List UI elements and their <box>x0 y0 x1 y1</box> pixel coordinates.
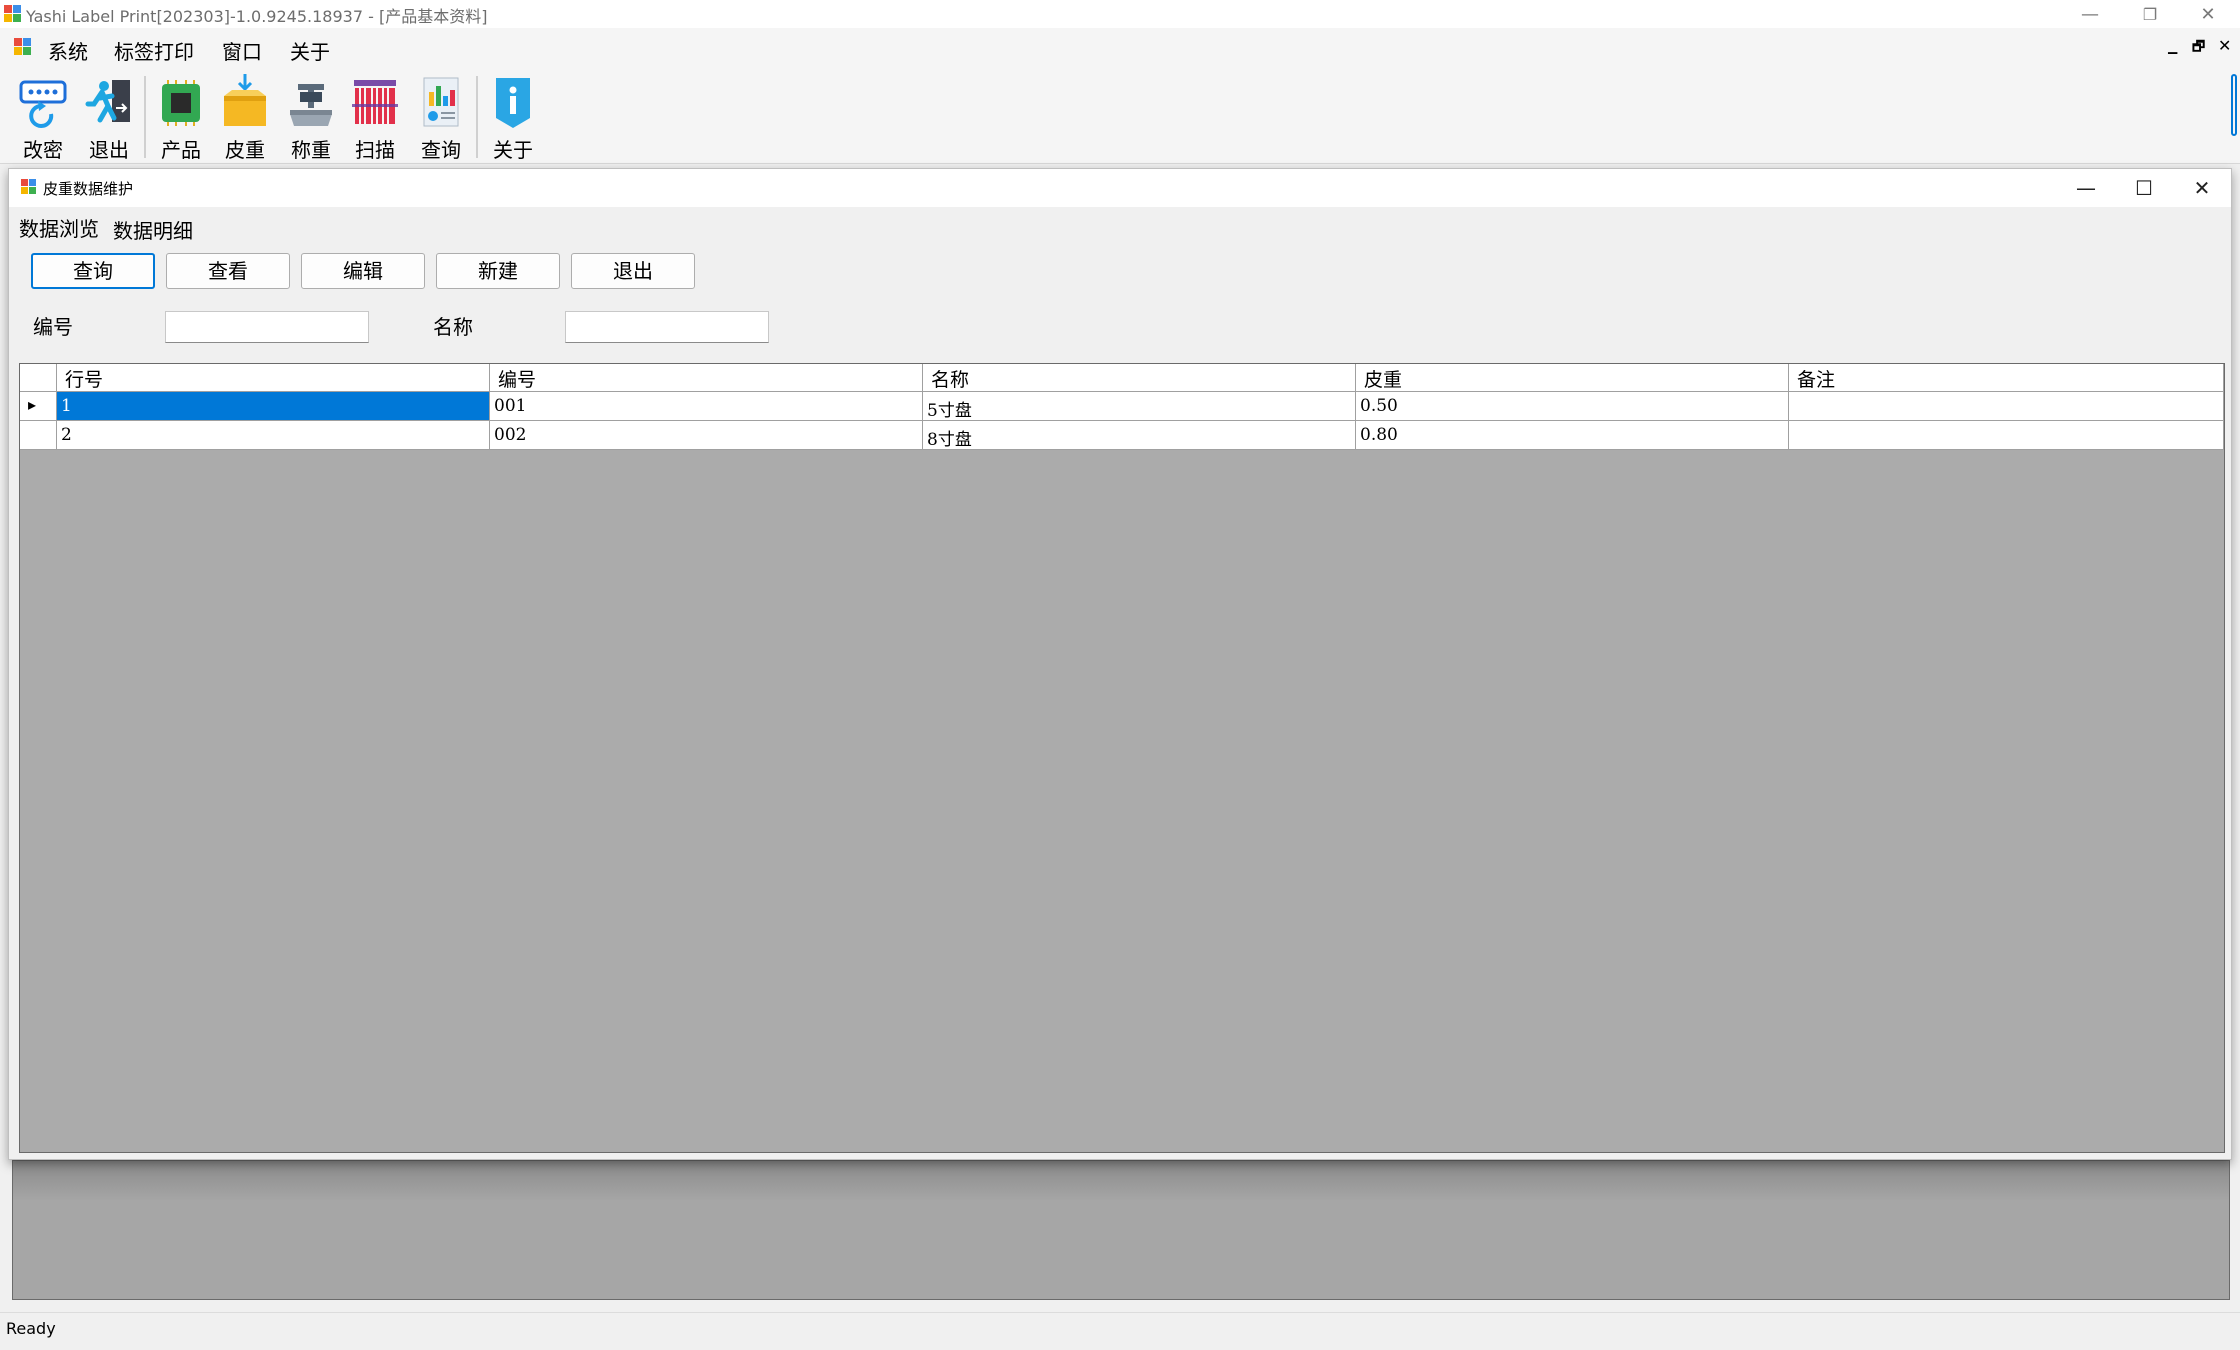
toolbar-label: 改密 <box>23 138 63 162</box>
toolbar-label: 退出 <box>89 138 129 162</box>
child-title-bar[interactable]: 皮重数据维护 — ☐ ✕ <box>9 169 2231 207</box>
app-logo-icon <box>4 5 22 23</box>
mdi-restore-button[interactable]: 🗗 <box>2192 36 2205 60</box>
status-text: Ready <box>6 1319 56 1338</box>
table-cell[interactable] <box>1789 421 2224 450</box>
table-cell[interactable]: 002 <box>490 421 923 450</box>
status-bar: Ready <box>0 1312 2240 1350</box>
toolbar-label: 称重 <box>291 138 331 162</box>
toolbar-label: 产品 <box>161 138 201 162</box>
menu-window[interactable]: 窗口 <box>222 36 262 65</box>
mdi-close-button[interactable]: ✕ <box>2218 36 2231 55</box>
column-header-row-no[interactable]: 行号 <box>57 364 490 392</box>
name-label: 名称 <box>433 315 473 339</box>
toolbar-product-button[interactable]: 产品 <box>150 74 210 162</box>
mdi-workspace <box>12 1160 2230 1300</box>
tare-data-grid[interactable]: 行号 编号 名称 皮重 备注 ▸ 1 001 5寸盘 0.50 2 002 8寸… <box>19 363 2225 1153</box>
toolbar-label: 扫描 <box>355 138 395 162</box>
toolbar-label: 皮重 <box>225 138 265 162</box>
table-cell[interactable]: 8寸盘 <box>923 421 1356 450</box>
toolbar-scan-button[interactable]: 扫描 <box>344 74 404 162</box>
query-button[interactable]: 查询 <box>31 253 155 289</box>
password-change-icon <box>19 80 67 128</box>
tab-data-browse[interactable]: 数据浏览 <box>13 211 105 243</box>
table-cell[interactable]: 001 <box>490 392 923 421</box>
column-header-name[interactable]: 名称 <box>923 364 1356 392</box>
child-close-button[interactable]: ✕ <box>2173 169 2231 207</box>
table-cell[interactable]: 2 <box>57 421 490 450</box>
child-maximize-button[interactable]: ☐ <box>2115 169 2173 207</box>
exit-form-button[interactable]: 退出 <box>571 253 695 289</box>
toolbar-separator <box>144 76 146 158</box>
app-title-bar[interactable]: Yashi Label Print[202303]-1.0.9245.18937… <box>0 0 2240 28</box>
table-cell[interactable]: 5寸盘 <box>923 392 1356 421</box>
table-cell[interactable]: 0.80 <box>1356 421 1789 450</box>
tab-data-detail[interactable]: 数据明细 <box>107 213 199 245</box>
toolbar-change-password-button[interactable]: 改密 <box>12 74 72 162</box>
table-cell[interactable] <box>1789 392 2224 421</box>
row-header[interactable] <box>20 421 57 450</box>
toolbar-exit-button[interactable]: 退出 <box>78 74 138 162</box>
child-minimize-button[interactable]: — <box>2057 169 2115 207</box>
name-input[interactable] <box>565 311 769 343</box>
info-icon <box>496 78 530 128</box>
toolbar-query-button[interactable]: 查询 <box>410 74 470 162</box>
mdi-minimize-button[interactable]: ▁ <box>2168 40 2177 54</box>
tare-box-icon <box>224 74 266 126</box>
toolbar-label: 关于 <box>493 138 533 162</box>
product-chip-icon <box>162 80 200 126</box>
barcode-scan-icon <box>352 80 398 124</box>
grid-corner-header[interactable] <box>20 364 57 392</box>
child-window-title: 皮重数据维护 <box>43 180 134 198</box>
code-input[interactable] <box>165 311 369 343</box>
table-cell[interactable]: 1 <box>57 392 490 421</box>
app-title: Yashi Label Print[202303]-1.0.9245.18937… <box>26 7 488 26</box>
close-button[interactable]: ✕ <box>2178 0 2238 28</box>
menu-about[interactable]: 关于 <box>290 36 330 65</box>
column-header-tare[interactable]: 皮重 <box>1356 364 1789 392</box>
restore-button[interactable]: ❐ <box>2120 0 2180 28</box>
table-cell[interactable]: 0.50 <box>1356 392 1789 421</box>
child-window-icon <box>21 179 37 195</box>
toolbar-weigh-button[interactable]: 称重 <box>280 74 340 162</box>
toolbar-about-button[interactable]: 关于 <box>482 74 542 162</box>
mdi-child-icon[interactable] <box>14 38 32 56</box>
toolbar-separator <box>476 76 478 158</box>
menu-label-print[interactable]: 标签打印 <box>114 36 194 65</box>
menu-bar <box>0 28 2240 68</box>
toolbar-tare-button[interactable]: 皮重 <box>214 74 274 162</box>
current-row-arrow-icon: ▸ <box>28 395 37 414</box>
tare-data-window[interactable]: 皮重数据维护 — ☐ ✕ 数据浏览 数据明细 查询 查看 编辑 新建 退出 编号… <box>8 168 2232 1160</box>
column-header-code[interactable]: 编号 <box>490 364 923 392</box>
edit-button[interactable]: 编辑 <box>301 253 425 289</box>
code-label: 编号 <box>33 315 73 339</box>
view-button[interactable]: 查看 <box>166 253 290 289</box>
row-header[interactable]: ▸ <box>20 392 57 421</box>
scale-icon <box>290 84 332 126</box>
exit-runner-icon <box>85 80 130 123</box>
menu-system[interactable]: 系统 <box>48 36 88 65</box>
new-button[interactable]: 新建 <box>436 253 560 289</box>
toolbar-label: 查询 <box>421 138 461 162</box>
mdi-scrollbar[interactable] <box>2228 70 2240 162</box>
minimize-button[interactable]: — <box>2060 0 2120 28</box>
column-header-remark[interactable]: 备注 <box>1789 364 2224 392</box>
report-chart-icon <box>423 77 459 127</box>
